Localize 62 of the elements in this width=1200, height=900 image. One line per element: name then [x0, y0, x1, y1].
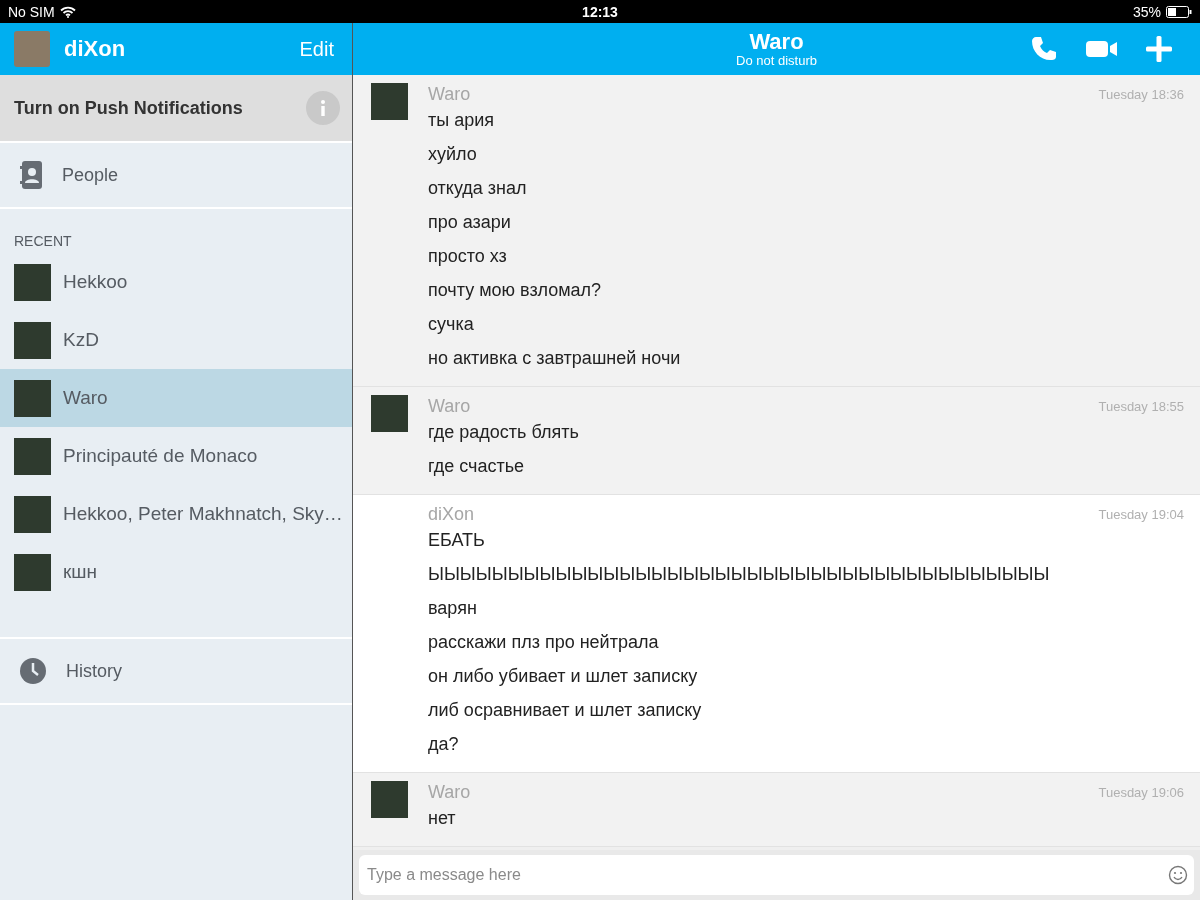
people-item[interactable]: People [0, 143, 352, 209]
avatar-placeholder [14, 553, 51, 591]
address-book-icon [20, 161, 42, 189]
avatar-placeholder [14, 437, 51, 475]
clock-time: 12:13 [582, 3, 618, 20]
message-time: Tuesday 19:04 [1098, 506, 1184, 522]
avatar-placeholder [371, 781, 408, 818]
contact-item[interactable]: Hekkoo, Peter Makhnatch, Sky… [0, 485, 352, 543]
message-text: откуда знал [428, 177, 528, 200]
message-text: хуйло [428, 143, 478, 166]
message-input[interactable]: Type a message here [359, 855, 1194, 895]
message-text: варян [428, 597, 478, 620]
profile-name: diXon [64, 36, 127, 62]
battery-percent: 35% [1132, 3, 1161, 20]
avatar-placeholder [14, 379, 51, 417]
carrier-label: No SIM [8, 3, 55, 20]
sender-name: Waro [428, 395, 471, 417]
presence-status: Do not disturb [736, 52, 817, 68]
message-text: сучка [428, 313, 475, 336]
video-camera-icon[interactable] [1086, 39, 1118, 59]
message-text: ты ария [428, 109, 495, 132]
battery-icon [1166, 5, 1192, 18]
message-time: Tuesday 19:06 [1098, 784, 1184, 800]
message-text: ЫЫЫЫЫЫЫЫЫЫЫЫЫЫЫЫЫЫЫЫЫЫЫЫЫЫЫЫЫЫЫЫЫЫЫЫЫЫЫ [428, 563, 1051, 586]
add-icon[interactable] [1146, 36, 1172, 62]
sender-name: Waro [428, 83, 471, 105]
contact-item[interactable]: Principauté de Monaco [0, 427, 352, 485]
message-text: где счастье [428, 455, 526, 478]
contact-item[interactable]: Hekkoo [0, 253, 352, 311]
message-text: почту мою взломал? [428, 279, 603, 302]
message-text: но активка с завтрашней ночи [428, 347, 682, 370]
push-notification-banner[interactable]: Turn on Push Notifications [0, 75, 352, 143]
sender-name: Waro [428, 781, 471, 803]
message-text: где радость блять [428, 421, 580, 444]
info-icon[interactable] [306, 91, 340, 125]
message-time: Tuesday 18:55 [1098, 398, 1184, 414]
smiley-icon[interactable] [1168, 865, 1188, 885]
avatar-placeholder [371, 395, 408, 432]
avatar-placeholder [14, 263, 51, 301]
message-text: либ осравнивает и шлет записку [428, 699, 703, 722]
message-text: просто хз [428, 245, 508, 268]
avatar-placeholder [14, 495, 51, 533]
wifi-icon [59, 5, 76, 18]
push-notification-text: Turn on Push Notifications [14, 97, 243, 119]
contact-item[interactable]: кшн [0, 543, 352, 601]
avatar-placeholder [14, 321, 51, 359]
history-item[interactable]: History [0, 637, 352, 705]
recent-heading: RECENT [13, 232, 73, 251]
message-text: расскажи плз про нейтрала [428, 631, 660, 654]
contact-item[interactable]: Waro [0, 369, 352, 427]
message-text: он либо убивает и шлет записку [428, 665, 699, 688]
clock-icon [20, 658, 46, 684]
message-text: ЕБАТЬ [428, 529, 486, 552]
chat-title: Waro [749, 30, 804, 53]
sender-name: diXon [428, 503, 475, 525]
avatar-placeholder [371, 83, 408, 120]
message-text: про азари [428, 211, 512, 234]
contact-item[interactable]: KzD [0, 311, 352, 369]
phone-icon[interactable] [1030, 35, 1058, 63]
message-time: Tuesday 18:36 [1098, 86, 1184, 102]
message-text: нет [428, 807, 457, 830]
message-text: да? [428, 733, 460, 756]
